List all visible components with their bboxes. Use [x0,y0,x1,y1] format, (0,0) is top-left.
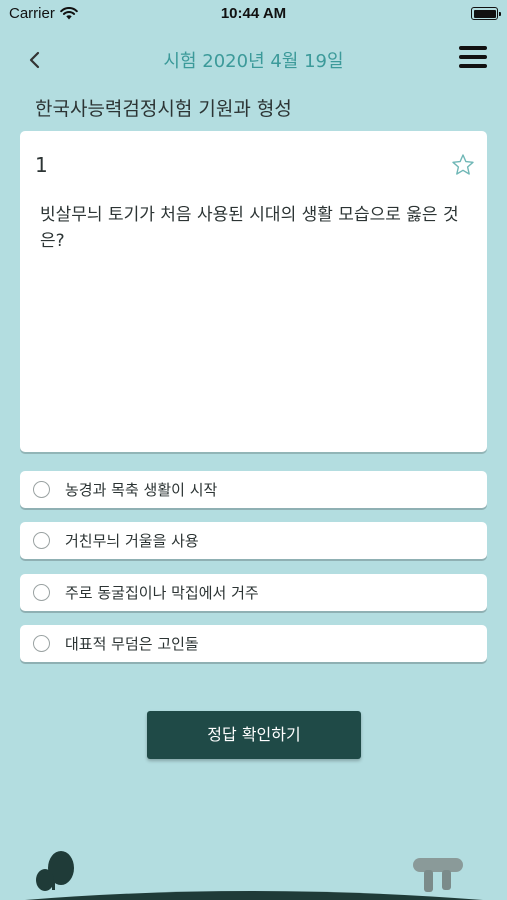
dolmen-icon [413,858,463,892]
question-card: 1 빗살무늬 토기가 처음 사용된 시대의 생활 모습으로 옳은 것은? [20,131,487,452]
hamburger-icon-bar [459,55,487,59]
option-label: 대표적 무덤은 고인돌 [65,635,199,653]
hamburger-icon-bar [459,64,487,68]
tree-icon [36,851,74,891]
option-4[interactable]: 대표적 무덤은 고인돌 [20,625,487,662]
status-bar: Carrier 10:44 AM [0,0,507,28]
radio-button[interactable] [33,481,50,498]
option-label: 주로 동굴집이나 막집에서 거주 [65,584,259,602]
radio-button[interactable] [33,532,50,549]
question-number: 1 [35,153,48,177]
radio-button[interactable] [33,584,50,601]
option-label: 농경과 목축 생활이 시작 [65,481,218,499]
check-answer-button[interactable]: 정답 확인하기 [147,711,361,759]
option-label: 거친무늬 거울을 사용 [65,532,199,550]
nav-bar: 시험 2020년 4월 19일 [0,40,507,80]
hamburger-icon-bar [459,46,487,50]
nav-title: 시험 2020년 4월 19일 [163,51,344,72]
landscape-illustration [25,851,483,900]
option-2[interactable]: 거친무늬 거울을 사용 [20,522,487,559]
page-title: 한국사능력검정시험 기원과 형성 [35,98,292,120]
menu-button[interactable] [459,46,487,72]
question-text: 빗살무늬 토기가 처음 사용된 시대의 생활 모습으로 옳은 것은? [40,205,459,251]
star-icon[interactable] [451,153,475,177]
radio-button[interactable] [33,635,50,652]
option-1[interactable]: 농경과 목축 생활이 시작 [20,471,487,508]
battery-icon [471,7,501,20]
status-time: 10:44 AM [220,5,287,22]
option-3[interactable]: 주로 동굴집이나 막집에서 거주 [20,574,487,611]
